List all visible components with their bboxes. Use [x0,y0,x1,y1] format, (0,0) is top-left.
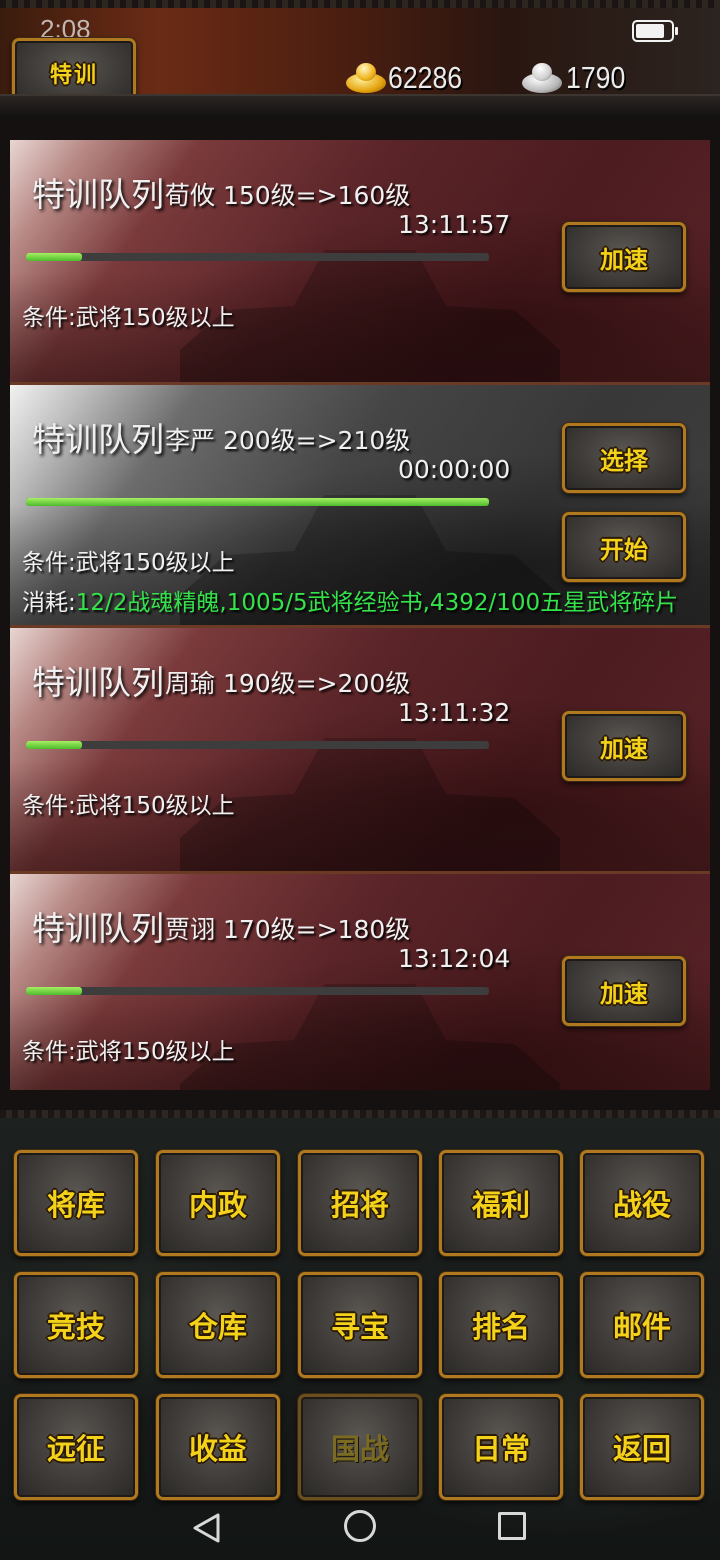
queue-condition: 条件:武将150级以上 [22,305,235,331]
training-queue-card: 特训队列 荀攸 150级=>160级 13:11:57 条件:武将150级以上 … [10,140,710,385]
menu-recruit-button[interactable]: 招将 [298,1150,422,1256]
progress-bar [26,253,489,261]
menu-arena-button[interactable]: 竞技 [14,1272,138,1378]
gold-display: 62286 [346,56,474,100]
silver-display: 1790 [522,56,635,100]
menu-expedition-button[interactable]: 远征 [14,1394,138,1500]
queue-general-info: 李严 200级=>210级 [165,426,411,455]
progress-bar [26,741,489,749]
game-screen: 2:08 特训 62286 1790 特训队列 荀攸 150级=>160级 13… [0,0,720,1560]
queue-general-info: 周瑜 190级=>200级 [165,669,411,698]
cost-label: 消耗: [22,590,76,616]
training-queue-card: 特训队列 李严 200级=>210级 00:00:00 条件:武将150级以上 … [10,385,710,628]
training-queue-card: 特训队列 贾诩 170级=>180级 13:12:04 条件:武将150级以上 … [10,874,710,1090]
speed-up-button[interactable]: 加速 [562,222,686,292]
menu-daily-button[interactable]: 日常 [439,1394,563,1500]
queue-timer: 13:11:57 [398,210,511,239]
queue-cost: 消耗:12/2战魂精魄,1005/5武将经验书,4392/100五星武将碎片 [22,583,678,617]
queue-general-info: 贾诩 170级=>180级 [165,915,411,944]
background-building [180,984,560,1090]
menu-mail-button[interactable]: 邮件 [580,1272,704,1378]
menu-ranking-button[interactable]: 排名 [439,1272,563,1378]
queue-title: 特训队列 [32,420,164,459]
training-queue-list: 特训队列 荀攸 150级=>160级 13:11:57 条件:武将150级以上 … [0,118,720,1110]
back-icon[interactable] [192,1512,222,1544]
menu-treasure-hunt-button[interactable]: 寻宝 [298,1272,422,1378]
menu-welfare-button[interactable]: 福利 [439,1150,563,1256]
cost-value: 12/2战魂精魄,1005/5武将经验书,4392/100五星武将碎片 [75,590,679,616]
top-bar: 2:08 特训 62286 1790 [0,0,720,118]
queue-condition: 条件:武将150级以上 [22,793,235,819]
queue-title: 特训队列 [32,663,164,702]
menu-campaign-button[interactable]: 战役 [580,1150,704,1256]
gold-ingot-icon [346,61,386,95]
speed-up-button[interactable]: 加速 [562,711,686,781]
menu-income-button[interactable]: 收益 [156,1394,280,1500]
battery-icon [632,20,678,42]
progress-fill [26,741,82,749]
queue-general-info: 荀攸 150级=>160级 [165,181,411,210]
main-menu: 将库 内政 招将 福利 战役 竞技 仓库 寻宝 排名 邮件 远征 收益 国战 日… [0,1110,720,1560]
queue-timer: 00:00:00 [398,455,511,484]
queue-timer: 13:11:32 [398,698,511,727]
menu-national-war-button[interactable]: 国战 [298,1394,422,1500]
select-button[interactable]: 选择 [562,423,686,493]
menu-internal-affairs-button[interactable]: 内政 [156,1150,280,1256]
queue-title: 特训队列 [32,909,164,948]
menu-general-library-button[interactable]: 将库 [14,1150,138,1256]
menu-return-button[interactable]: 返回 [580,1394,704,1500]
gold-amount: 62286 [388,60,463,95]
progress-fill [26,253,82,261]
progress-bar [26,987,489,995]
speed-up-button[interactable]: 加速 [562,956,686,1026]
queue-condition: 条件:武将150级以上 [22,1039,235,1065]
training-queue-card: 特训队列 周瑜 190级=>200级 13:11:32 条件:武将150级以上 … [10,628,710,874]
silver-amount: 1790 [566,60,626,95]
silver-ingot-icon [522,61,562,95]
home-icon[interactable] [344,1510,376,1542]
menu-warehouse-button[interactable]: 仓库 [156,1272,280,1378]
queue-condition: 条件:武将150级以上 [22,550,235,576]
queue-timer: 13:12:04 [398,944,511,973]
start-button[interactable]: 开始 [562,512,686,582]
progress-fill [26,498,489,506]
progress-bar [26,498,489,506]
queue-title: 特训队列 [32,175,164,214]
progress-fill [26,987,82,995]
system-nav-bar [0,1500,720,1560]
special-training-tab-button[interactable]: 特训 [12,38,136,108]
recent-apps-icon[interactable] [498,1512,526,1540]
